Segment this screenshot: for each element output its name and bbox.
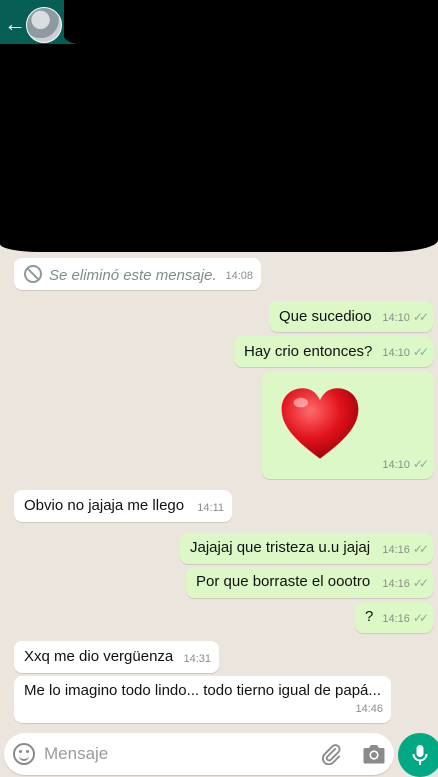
- message-meta: 14:16 ✓✓: [382, 609, 429, 628]
- message-time: 14:46: [355, 703, 383, 715]
- camera-icon[interactable]: [362, 743, 386, 765]
- message-text: Hay crio entonces?: [244, 343, 373, 360]
- message-text: Obvio no jajaja me llego: [24, 497, 185, 514]
- emoji-icon[interactable]: [13, 743, 35, 765]
- read-ticks-icon: ✓✓: [412, 542, 429, 556]
- message-meta: 14:10 ✓✓: [382, 455, 429, 474]
- message-meta: 14:16 ✓✓: [382, 540, 429, 559]
- message-text: Por que borraste el oootro: [196, 573, 371, 590]
- read-ticks-icon: ✓✓: [412, 576, 429, 590]
- mic-button[interactable]: [398, 733, 438, 777]
- message-text: Jajajaj que tristeza u.u jajaj: [190, 539, 371, 556]
- heart-emoji-icon: [281, 388, 359, 459]
- message-time: 14:16: [382, 613, 410, 625]
- message-time: 14:10: [382, 312, 410, 324]
- message-text: ?: [365, 608, 374, 625]
- microphone-icon: [412, 745, 428, 765]
- message-text: Se eliminó este mensaje.: [24, 265, 217, 285]
- message-meta: 14:10 ✓✓: [382, 308, 429, 327]
- message-text: Me lo imagino todo lindo... todo tierno …: [24, 682, 381, 699]
- message-bubble[interactable]: Xxq me dio vergüenza 14:31: [14, 641, 219, 673]
- message-time: 14:16: [382, 544, 410, 556]
- message-input[interactable]: Mensaje: [44, 744, 108, 764]
- message-bubble[interactable]: Jajajaj que tristeza u.u jajaj 14:16 ✓✓: [180, 533, 433, 564]
- message-time: 14:11: [197, 502, 224, 514]
- message-input-bar[interactable]: Mensaje: [4, 733, 394, 775]
- message-bubble[interactable]: Por que borraste el oootro 14:16 ✓✓: [186, 567, 433, 598]
- attach-clip-icon[interactable]: [320, 743, 342, 765]
- read-ticks-icon: ✓✓: [412, 457, 429, 471]
- message-bubble[interactable]: Se eliminó este mensaje. 14:08: [14, 258, 261, 290]
- message-text: Que sucedioo: [279, 308, 372, 325]
- read-ticks-icon: ✓✓: [412, 310, 429, 324]
- chat-area: Se eliminó este mensaje. 14:08 Que suced…: [0, 0, 438, 777]
- message-bubble[interactable]: 14:10 ✓✓: [262, 371, 433, 479]
- read-ticks-icon: ✓✓: [412, 345, 429, 359]
- message-time: 14:10: [382, 347, 410, 359]
- read-ticks-icon: ✓✓: [412, 611, 429, 625]
- message-time: 14:08: [225, 270, 253, 282]
- message-bubble[interactable]: Me lo imagino todo lindo... todo tierno …: [14, 676, 391, 723]
- message-bubble[interactable]: Que sucedioo 14:10 ✓✓: [269, 301, 433, 332]
- deleted-icon: [24, 265, 42, 283]
- message-time: 14:10: [382, 459, 410, 471]
- message-bubble[interactable]: ? 14:16 ✓✓: [355, 602, 433, 633]
- message-meta: 14:16 ✓✓: [382, 574, 429, 593]
- message-time: 14:16: [382, 578, 410, 590]
- message-meta: 14:10 ✓✓: [382, 343, 429, 362]
- message-time: 14:31: [183, 653, 211, 665]
- message-bubble[interactable]: Hay crio entonces? 14:10 ✓✓: [234, 336, 433, 367]
- message-bubble[interactable]: Obvio no jajaja me llego 14:11: [14, 490, 232, 522]
- message-text: Xxq me dio vergüenza: [24, 648, 174, 665]
